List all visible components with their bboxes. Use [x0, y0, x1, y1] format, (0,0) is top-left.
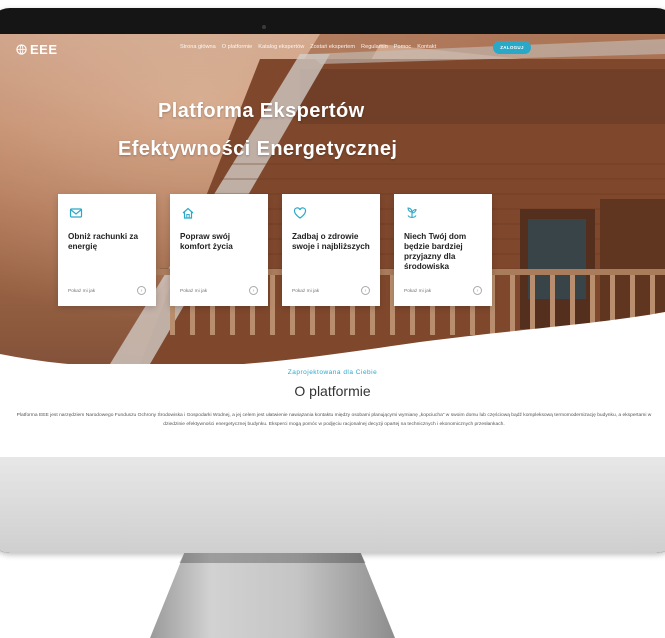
hero-title-line1: Platforma Ekspertów — [158, 100, 365, 122]
about-title: O platformie — [294, 383, 371, 399]
browser-screen: EEE Strona główna O platformie Katalog e… — [0, 34, 665, 457]
hero-title-line2: Efektywności Energetycznej — [118, 138, 398, 160]
menu-item-catalog[interactable]: Katalog ekspertów — [258, 44, 304, 50]
login-button[interactable]: ZALOGUJ — [493, 41, 531, 54]
mail-icon — [69, 208, 83, 218]
site-logo[interactable]: EEE — [16, 42, 58, 57]
monitor-chin — [0, 457, 665, 553]
card-title: Zadbaj o zdrowie swoje i najbliższych — [292, 232, 370, 251]
card-title: Obniż rachunki za energię — [68, 232, 139, 251]
plant-icon — [407, 207, 417, 218]
top-navigation: EEE Strona główna O platformie Katalog e… — [0, 34, 665, 64]
globe-icon — [16, 44, 27, 55]
menu-item-terms[interactable]: Regulamin — [361, 44, 388, 50]
stand-shadow — [179, 553, 366, 563]
about-kicker: Zaprojektowana dla Ciebie — [287, 369, 378, 376]
menu-item-home[interactable]: Strona główna — [180, 44, 216, 50]
logo-text: EEE — [30, 42, 58, 57]
main-menu: Strona główna O platformie Katalog ekspe… — [180, 44, 436, 50]
menu-item-about[interactable]: O platformie — [222, 44, 252, 50]
card-title: Popraw swój komfort życia — [180, 232, 233, 251]
heart-icon — [293, 207, 307, 219]
camera-dot — [262, 25, 266, 29]
monitor-stand — [150, 553, 395, 638]
about-description: Platforma EEE jest narzędziem Narodowego… — [16, 413, 652, 427]
home-icon — [182, 207, 194, 219]
menu-item-help[interactable]: Pomoc — [394, 44, 411, 50]
card-title: Niech Twój dom będzie bardziej przyjazny… — [404, 232, 467, 271]
menu-item-become-expert[interactable]: Zostań ekspertem — [310, 44, 355, 50]
menu-item-contact[interactable]: Kontakt — [417, 44, 436, 50]
